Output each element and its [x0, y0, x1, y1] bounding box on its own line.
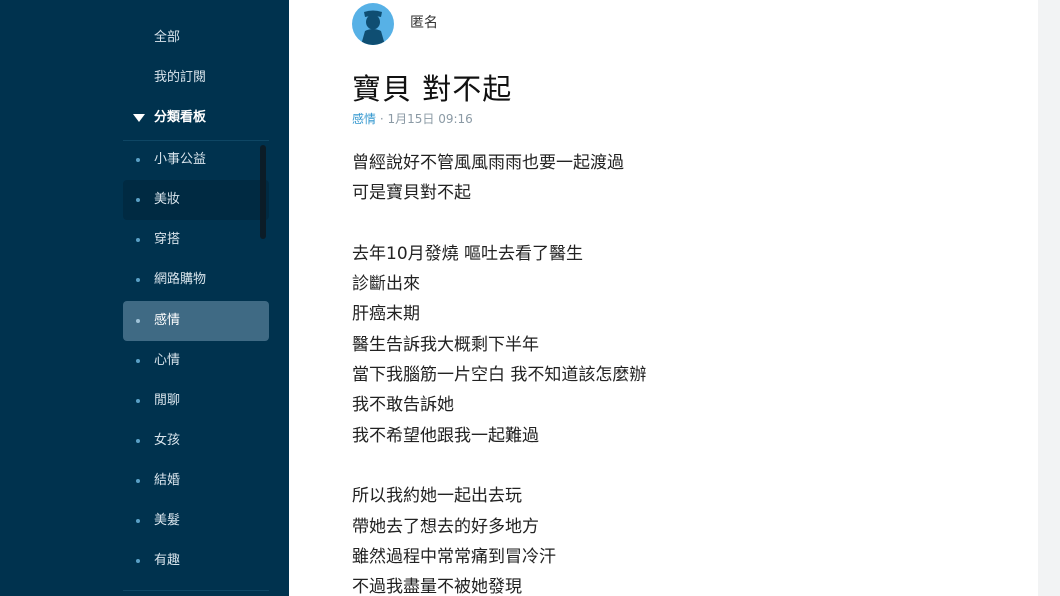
- dot-icon: [136, 238, 140, 242]
- sidebar-item-board[interactable]: 閒聊: [123, 381, 269, 421]
- sidebar-item-label: 小事公益: [154, 152, 207, 167]
- sidebar-item-board[interactable]: 穿搭: [123, 220, 269, 260]
- post-body-line: [352, 451, 992, 481]
- post-category-link[interactable]: 感情: [352, 112, 376, 126]
- divider: [123, 590, 269, 591]
- sidebar-item-board[interactable]: 有趣: [123, 541, 269, 581]
- sidebar-item-board-active[interactable]: 感情: [123, 301, 269, 341]
- sidebar-item-label: 我的訂閱: [154, 70, 207, 85]
- dot-icon: [136, 399, 140, 403]
- sidebar-item-board[interactable]: 心情: [123, 341, 269, 381]
- post-body-line: 我不希望他跟我一起難過: [352, 425, 539, 446]
- dot-icon: [136, 278, 140, 282]
- sidebar-item-label: 女孩: [154, 433, 181, 448]
- sidebar-item-board[interactable]: 美髮: [123, 501, 269, 541]
- sidebar-item-label: 全部: [154, 30, 181, 45]
- sidebar-item-board[interactable]: 小事公益: [123, 140, 269, 180]
- dot-icon: [136, 479, 140, 483]
- dot-icon: [136, 519, 140, 523]
- dot-icon: [136, 359, 140, 363]
- anonymous-user-icon[interactable]: [352, 3, 394, 45]
- avatar-graphic: [361, 10, 385, 45]
- sidebar-item-label: 有趣: [154, 553, 181, 568]
- post-body-line: 我不敢告訴她: [352, 395, 454, 416]
- sidebar-item-label: 美髮: [154, 513, 181, 528]
- dot-icon: [136, 559, 140, 563]
- dot-icon: [136, 198, 140, 202]
- sidebar-item-label: 感情: [154, 313, 181, 328]
- post-body: 曾經說好不管風風雨雨也要一起渡過 可是寶貝對不起 去年10月發燒 嘔吐去看了醫生…: [352, 148, 992, 596]
- post-timestamp: 1月15日 09:16: [387, 112, 473, 126]
- dot-icon: [136, 319, 140, 323]
- post-body-line: 肝癌末期: [352, 304, 420, 325]
- post-title: 寶貝 對不起: [352, 72, 513, 106]
- sidebar-item-board[interactable]: 結婚: [123, 461, 269, 501]
- post-body-line: 醫生告訴我大概剩下半年: [352, 334, 539, 355]
- sidebar-item-label: 結婚: [154, 473, 181, 488]
- post-body-line: 診斷出來: [352, 274, 420, 295]
- author-name[interactable]: 匿名: [410, 12, 438, 32]
- sidebar-item-label: 閒聊: [154, 393, 181, 408]
- sidebar: 全部 我的訂閱 分類看板 小事公益 美妝 穿搭 網路購物 感情 心情 閒聊 女孩: [0, 0, 289, 596]
- post-content: 匿名 寶貝 對不起 感情 · 1月15日 09:16 曾經說好不管風風雨雨也要一…: [289, 0, 1038, 596]
- sidebar-item-label: 心情: [154, 353, 181, 368]
- sidebar-item-board[interactable]: 美妝: [123, 180, 269, 220]
- sidebar-item-board[interactable]: 女孩: [123, 421, 269, 461]
- section-header-boards[interactable]: 分類看板: [123, 98, 269, 138]
- sidebar-item-subscriptions[interactable]: 我的訂閱: [123, 58, 269, 98]
- sidebar-item-label: 穿搭: [154, 232, 181, 247]
- post-body-line: 所以我約她一起出去玩: [352, 486, 522, 507]
- post-body-line: 雖然過程中常常痛到冒冷汗: [352, 546, 556, 567]
- post-body-line: [352, 209, 992, 239]
- post-body-line: 去年10月發燒 嘔吐去看了醫生: [352, 243, 584, 264]
- section-header-label: 分類看板: [154, 110, 207, 125]
- page-background: [1038, 0, 1060, 596]
- sidebar-item-label: 網路購物: [154, 272, 207, 287]
- post-body-line: 當下我腦筋一片空白 我不知道該怎麼辦: [352, 365, 647, 386]
- dot-icon: [136, 158, 140, 162]
- caret-down-icon: [133, 114, 145, 122]
- post-body-line: 帶她去了想去的好多地方: [352, 516, 539, 537]
- sidebar-scrollbar[interactable]: [260, 145, 266, 239]
- sidebar-item-label: 美妝: [154, 192, 181, 207]
- post-body-line: 曾經說好不管風風雨雨也要一起渡過: [352, 153, 624, 173]
- sidebar-item-all[interactable]: 全部: [123, 18, 269, 58]
- sidebar-item-board[interactable]: 網路購物: [123, 260, 269, 300]
- post-body-line: 不過我盡量不被她發現: [352, 577, 522, 596]
- post-meta: 感情 · 1月15日 09:16: [352, 110, 473, 127]
- post-body-line: 可是寶貝對不起: [352, 183, 471, 204]
- meta-separator: ·: [379, 112, 384, 126]
- dot-icon: [136, 439, 140, 443]
